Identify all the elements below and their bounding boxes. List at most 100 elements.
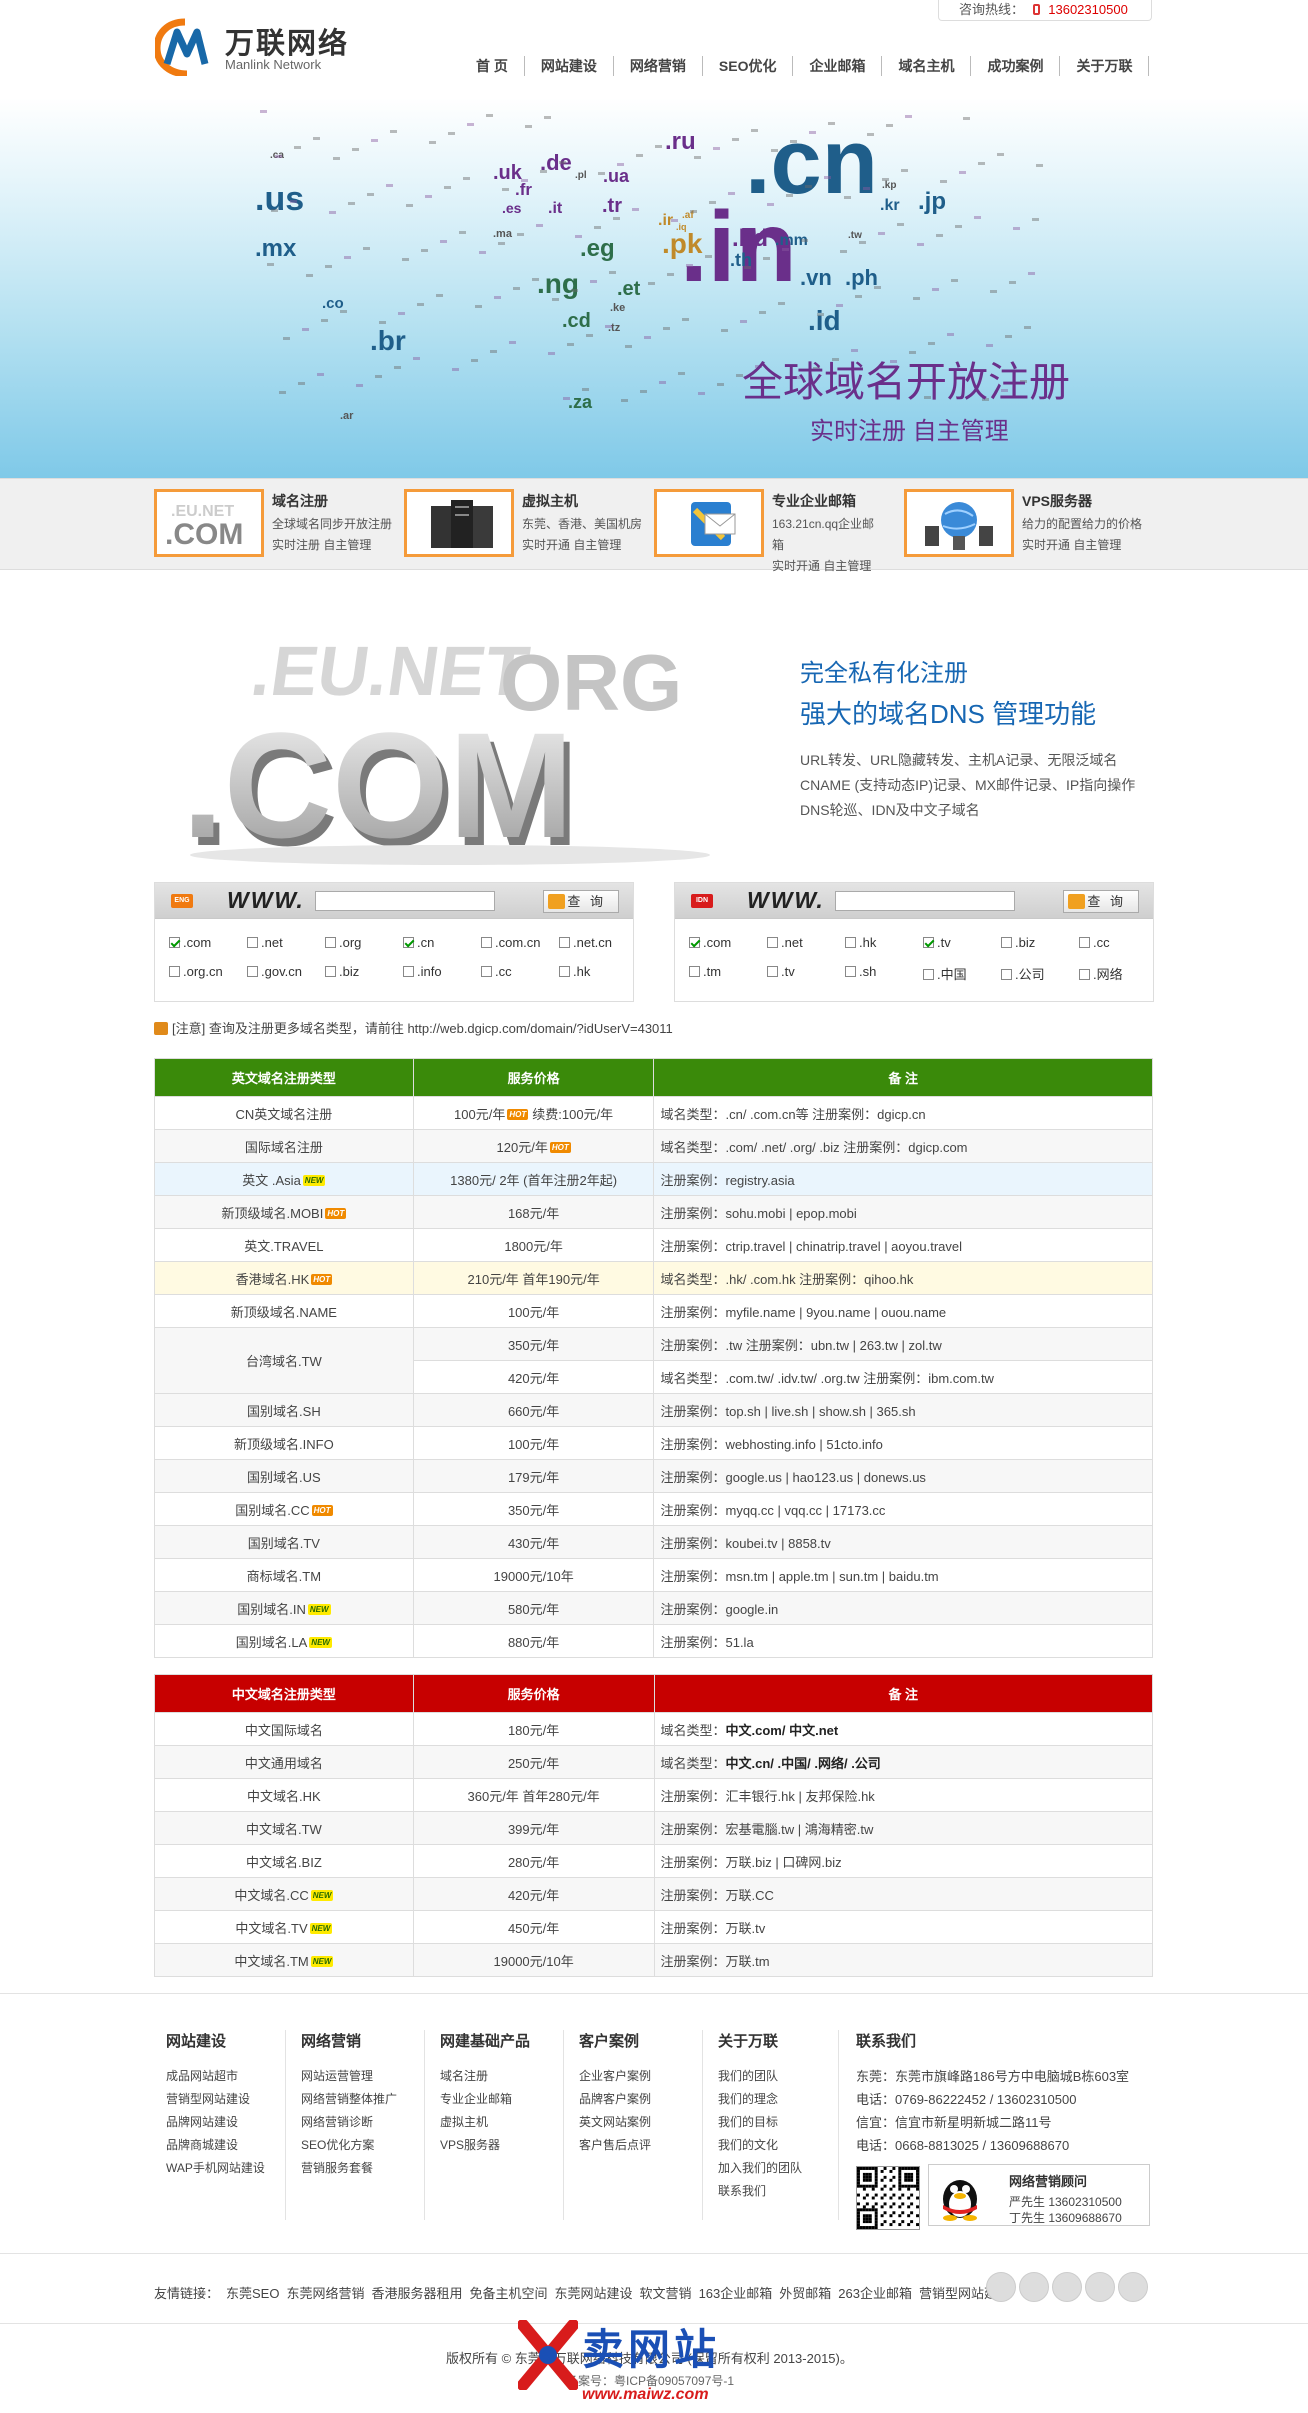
checkbox-icon[interactable] xyxy=(845,966,856,977)
tld-checkbox[interactable]: .com xyxy=(689,935,731,950)
checkbox-icon[interactable] xyxy=(1079,937,1090,948)
checkbox-icon[interactable] xyxy=(325,937,336,948)
footer-link[interactable]: 我们的目标 xyxy=(718,2111,802,2134)
social-icon[interactable] xyxy=(1118,2272,1148,2302)
checkbox-icon[interactable] xyxy=(689,966,700,977)
footer-link[interactable]: 品牌网站建设 xyxy=(166,2111,265,2134)
tld-checkbox[interactable]: .tm xyxy=(689,964,721,979)
social-icon[interactable] xyxy=(1085,2272,1115,2302)
nav-item[interactable]: 成功案例 xyxy=(971,56,1061,76)
search-button[interactable]: 查 询 xyxy=(1063,890,1139,913)
friend-link[interactable]: 东莞网站建设 xyxy=(555,2286,633,2301)
footer-link[interactable]: 品牌客户案例 xyxy=(579,2088,651,2111)
footer-link[interactable]: 我们的文化 xyxy=(718,2134,802,2157)
checkbox-icon[interactable] xyxy=(559,966,570,977)
service-thumbnail[interactable] xyxy=(904,489,1014,557)
footer-link[interactable]: 我们的团队 xyxy=(718,2065,802,2088)
domain-search-input[interactable] xyxy=(315,891,495,911)
nav-item[interactable]: 关于万联 xyxy=(1060,56,1150,76)
tld-checkbox[interactable]: .com xyxy=(169,935,211,950)
tld-checkbox[interactable]: .公司 xyxy=(1001,964,1045,983)
checkbox-icon[interactable] xyxy=(247,937,258,948)
service-thumbnail[interactable] xyxy=(404,489,514,557)
checkbox-icon[interactable] xyxy=(169,966,180,977)
footer-link[interactable]: 域名注册 xyxy=(440,2065,530,2088)
friend-link[interactable]: 免备主机空间 xyxy=(470,2286,548,2301)
checkbox-icon[interactable] xyxy=(767,966,778,977)
checkbox-icon[interactable] xyxy=(923,937,934,948)
footer-link[interactable]: VPS服务器 xyxy=(440,2134,530,2157)
checkbox-icon[interactable] xyxy=(403,937,414,948)
friend-link[interactable]: 163企业邮箱 xyxy=(699,2286,773,2301)
service-card[interactable]: VPS服务器 给力的配置给力的价格 实时开通 自主管理 xyxy=(904,489,1144,561)
tld-checkbox[interactable]: .cc xyxy=(1079,935,1110,950)
tld-checkbox[interactable]: .net xyxy=(247,935,283,950)
search-button[interactable]: 查 询 xyxy=(543,890,619,913)
footer-link[interactable]: 企业客户案例 xyxy=(579,2065,651,2088)
social-icon[interactable] xyxy=(1019,2272,1049,2302)
service-title[interactable]: VPS服务器 xyxy=(1022,491,1092,511)
nav-item[interactable]: 首 页 xyxy=(460,56,525,76)
service-title[interactable]: 域名注册 xyxy=(272,491,328,511)
friend-link[interactable]: 东莞网络营销 xyxy=(286,2286,364,2301)
checkbox-icon[interactable] xyxy=(1079,969,1090,980)
tld-checkbox[interactable]: .cn xyxy=(403,935,434,950)
tld-checkbox[interactable]: .hk xyxy=(845,935,876,950)
checkbox-icon[interactable] xyxy=(169,937,180,948)
checkbox-icon[interactable] xyxy=(689,937,700,948)
logo-text[interactable]: 万联网络 xyxy=(225,20,349,62)
tld-checkbox[interactable]: .sh xyxy=(845,964,876,979)
friend-link[interactable]: 263企业邮箱 xyxy=(838,2286,912,2301)
service-title[interactable]: 专业企业邮箱 xyxy=(772,491,856,511)
tld-checkbox[interactable]: .hk xyxy=(559,964,590,979)
tld-checkbox[interactable]: .net xyxy=(767,935,803,950)
checkbox-icon[interactable] xyxy=(845,937,856,948)
service-card[interactable]: 专业企业邮箱 163.21cn.qq企业邮箱实时开通 自主管理 xyxy=(654,489,894,573)
social-icon[interactable] xyxy=(986,2272,1016,2302)
tld-checkbox[interactable]: .org.cn xyxy=(169,964,223,979)
footer-link[interactable]: 网络营销诊断 xyxy=(301,2111,397,2134)
checkbox-icon[interactable] xyxy=(1001,969,1012,980)
consultant-card[interactable]: 网络营销顾问 严先生 13602310500 丁先生 13609688670 xyxy=(928,2164,1150,2226)
service-title[interactable]: 虚拟主机 xyxy=(522,491,578,511)
logo-mark-icon[interactable] xyxy=(155,18,215,76)
tld-checkbox[interactable]: .biz xyxy=(325,964,359,979)
tld-checkbox[interactable]: .gov.cn xyxy=(247,964,302,979)
footer-link[interactable]: 客户售后点评 xyxy=(579,2134,651,2157)
footer-link[interactable]: SEO优化方案 xyxy=(301,2134,397,2157)
nav-item[interactable]: 网络营销 xyxy=(614,56,703,76)
nav-item[interactable]: 域名主机 xyxy=(882,56,972,76)
service-thumbnail[interactable] xyxy=(654,489,764,557)
footer-link[interactable]: 虚拟主机 xyxy=(440,2111,530,2134)
footer-link[interactable]: 加入我们的团队 xyxy=(718,2157,802,2180)
checkbox-icon[interactable] xyxy=(247,966,258,977)
service-thumbnail[interactable]: .EU.NET .COM xyxy=(154,489,264,557)
checkbox-icon[interactable] xyxy=(481,937,492,948)
footer-link[interactable]: 营销服务套餐 xyxy=(301,2157,397,2180)
footer-link[interactable]: 联系我们 xyxy=(718,2180,802,2203)
tld-checkbox[interactable]: .网络 xyxy=(1079,964,1123,983)
tld-checkbox[interactable]: .info xyxy=(403,964,442,979)
tld-checkbox[interactable]: .com.cn xyxy=(481,935,541,950)
nav-item[interactable]: 网站建设 xyxy=(525,56,614,76)
footer-link[interactable]: 网站运营管理 xyxy=(301,2065,397,2088)
friend-link[interactable]: 香港服务器租用 xyxy=(372,2286,463,2301)
footer-link[interactable]: 英文网站案例 xyxy=(579,2111,651,2134)
tld-checkbox[interactable]: .tv xyxy=(923,935,951,950)
domain-search-input[interactable] xyxy=(835,891,1015,911)
footer-link[interactable]: WAP手机网站建设 xyxy=(166,2157,265,2180)
footer-link[interactable]: 我们的理念 xyxy=(718,2088,802,2111)
nav-item[interactable]: 企业邮箱 xyxy=(793,56,883,76)
friend-link[interactable]: 东莞SEO xyxy=(226,2286,279,2301)
friend-link[interactable]: 软文营销 xyxy=(640,2286,692,2301)
checkbox-icon[interactable] xyxy=(325,966,336,977)
friend-link[interactable]: 外贸邮箱 xyxy=(779,2286,831,2301)
tld-checkbox[interactable]: .net.cn xyxy=(559,935,612,950)
checkbox-icon[interactable] xyxy=(767,937,778,948)
tld-checkbox[interactable]: .org xyxy=(325,935,361,950)
service-card[interactable]: .EU.NET .COM 域名注册 全球域名同步开放注册 实时注册 自主管理 xyxy=(154,489,394,561)
tld-checkbox[interactable]: .tv xyxy=(767,964,795,979)
checkbox-icon[interactable] xyxy=(1001,937,1012,948)
nav-item[interactable]: SEO优化 xyxy=(703,56,794,76)
footer-link[interactable]: 成品网站超市 xyxy=(166,2065,265,2088)
